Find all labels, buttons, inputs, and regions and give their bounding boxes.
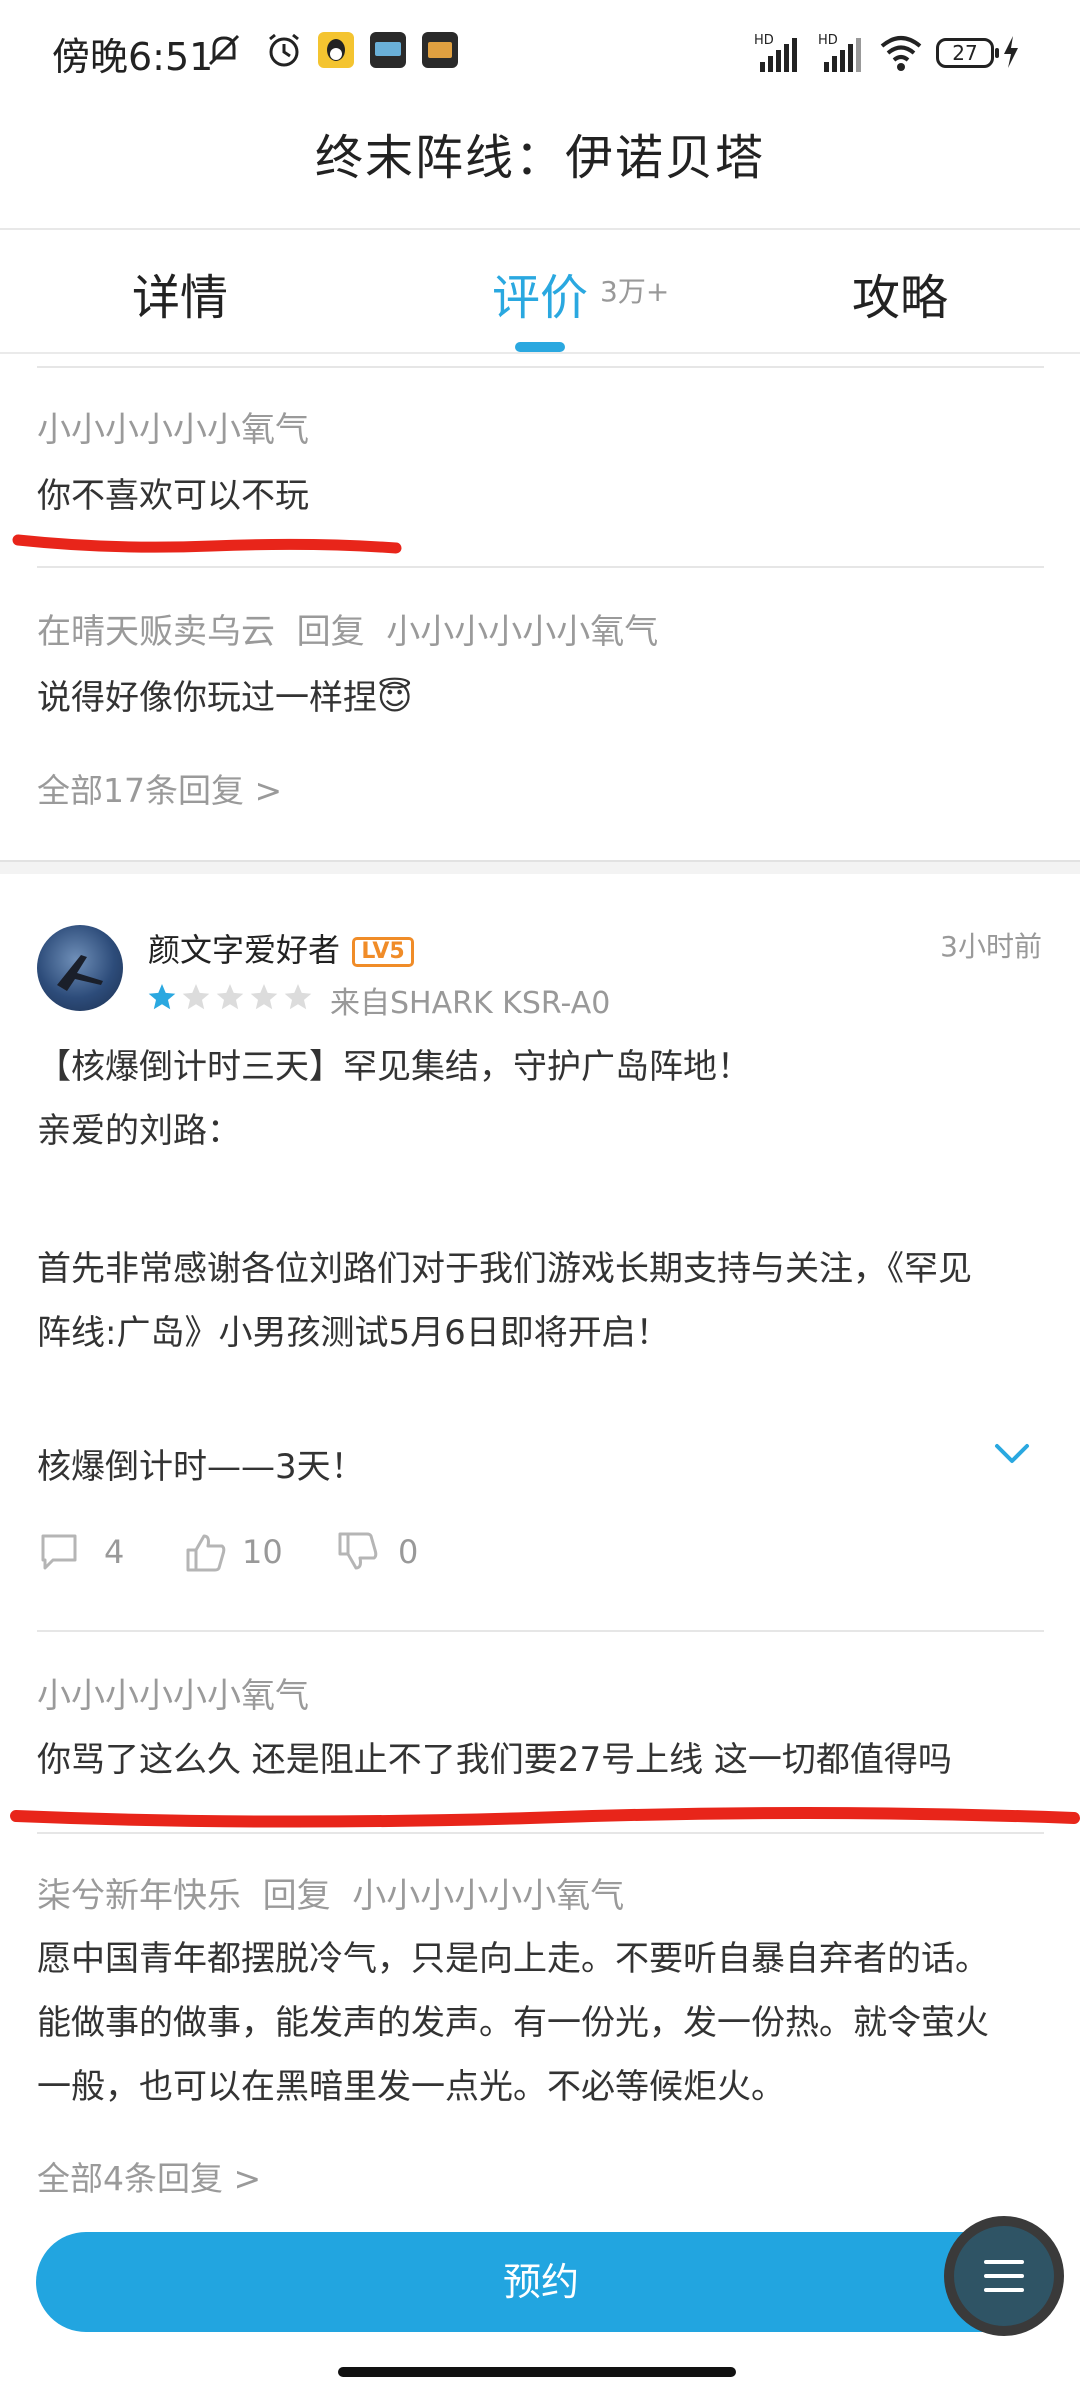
star-empty-icon <box>250 984 278 1010</box>
divider <box>37 1630 1044 1632</box>
reply-text: 你骂了这么久 还是阻止不了我们要27号上线 这一切都值得吗 <box>37 1740 952 1780</box>
qq-icon <box>318 32 354 68</box>
review-device: 来自SHARK KSR-A0 <box>330 986 611 1021</box>
tab-reviews[interactable]: 评价 <box>492 258 588 328</box>
reply-username[interactable]: 小小小小小小氧气 <box>37 1668 309 1717</box>
reply-header: 柒兮新年快乐 回复 小小小小小小氧气 <box>37 1868 624 1917</box>
battery-indicator: 27 <box>936 38 999 68</box>
reply-header: 在晴天贩卖乌云 回复 小小小小小小氧气 <box>37 604 658 653</box>
comment-count: 4 <box>104 1533 125 1571</box>
reply-line: 能做事的做事，能发声的发声。有一份光，发一份热。就令萤火 <box>37 2003 989 2043</box>
star-filled-icon <box>148 984 176 1010</box>
review-line: 核爆倒计时——3天！ <box>37 1447 365 1487</box>
menu-icon <box>984 2260 1024 2292</box>
alarm-icon <box>269 33 299 67</box>
red-underline-annotation <box>10 1807 1080 1828</box>
rating-stars <box>148 984 312 1010</box>
review-time: 3小时前 <box>940 930 1042 963</box>
view-all-replies-link[interactable]: 全部4条回复 > <box>37 2152 261 2200</box>
wifi-icon <box>880 36 922 71</box>
avatar[interactable] <box>37 925 123 1011</box>
app-icon <box>370 32 406 68</box>
reply-label: 回复 <box>262 1876 331 1916</box>
reply-text: 说得好像你玩过一样捏😇 <box>37 678 413 718</box>
dislike-icon[interactable] <box>336 1530 380 1574</box>
charging-icon <box>1004 36 1018 68</box>
like-count: 10 <box>242 1533 283 1571</box>
dislike-count: 0 <box>398 1533 419 1571</box>
hd-signal-icon: HD <box>754 33 797 72</box>
home-indicator[interactable] <box>338 2367 736 2377</box>
review-line: 【核爆倒计时三天】罕见集结，守护广岛阵地！ <box>37 1047 751 1087</box>
reply-username[interactable]: 柒兮新年快乐 <box>37 1876 241 1916</box>
status-bar: 傍晚6:51 HD HD 27 <box>0 0 1080 110</box>
star-empty-icon <box>284 984 312 1010</box>
app-icon <box>422 32 458 68</box>
section-separator <box>0 862 1080 874</box>
reply-line: 一般，也可以在黑暗里发一点光。不必等候炬火。 <box>37 2067 785 2107</box>
star-empty-icon <box>216 984 244 1010</box>
svg-text:HD: HD <box>818 33 838 48</box>
tab-bar: 详情 评价 3万+ 攻略 <box>0 230 1080 354</box>
status-time: 傍晚6:51 <box>52 35 214 79</box>
reply-label: 回复 <box>296 612 365 652</box>
red-underline-annotation <box>12 534 402 554</box>
avatar-image <box>57 955 103 991</box>
tab-guides[interactable]: 攻略 <box>852 258 948 328</box>
divider <box>37 1832 1044 1834</box>
tab-active-indicator <box>515 342 565 352</box>
hd-signal-icon: HD <box>818 33 861 72</box>
divider <box>37 366 1044 368</box>
star-empty-icon <box>182 984 210 1010</box>
reply-username[interactable]: 在晴天贩卖乌云 <box>37 612 275 652</box>
comment-icon[interactable] <box>37 1530 81 1574</box>
review-author[interactable]: 颜文字爱好者 <box>148 925 340 971</box>
reply-target-username[interactable]: 小小小小小小氧气 <box>352 1876 624 1916</box>
chevron-down-icon[interactable] <box>994 1442 1030 1466</box>
svg-text:HD: HD <box>754 33 774 48</box>
level-badge: LV5 <box>352 937 414 967</box>
reply-username[interactable]: 小小小小小小氧气 <box>37 402 309 451</box>
review-line: 阵线:广岛》小男孩测试5月6日即将开启！ <box>37 1313 670 1353</box>
tab-details[interactable]: 详情 <box>132 258 228 328</box>
divider <box>37 566 1044 568</box>
mute-bell-icon <box>208 34 240 66</box>
reply-target-username[interactable]: 小小小小小小氧气 <box>386 612 658 652</box>
divider <box>0 352 1080 354</box>
view-all-replies-link[interactable]: 全部17条回复 > <box>37 764 282 812</box>
like-icon[interactable] <box>184 1530 228 1574</box>
tab-reviews-count: 3万+ <box>600 275 670 308</box>
reply-text: 你不喜欢可以不玩 <box>37 476 309 516</box>
review-line: 亲爱的刘路： <box>37 1111 241 1151</box>
reserve-button[interactable]: 预约 <box>36 2232 1046 2332</box>
page-title: 终末阵线：伊诺贝塔 <box>314 130 765 186</box>
reply-line: 愿中国青年都摆脱冷气，只是向上走。不要听自暴自弃者的话。 <box>37 1939 989 1979</box>
floating-menu-button[interactable] <box>944 2216 1064 2336</box>
review-line: 首先非常感谢各位刘路们对于我们游戏长期支持与关注，《罕见 <box>37 1249 972 1289</box>
